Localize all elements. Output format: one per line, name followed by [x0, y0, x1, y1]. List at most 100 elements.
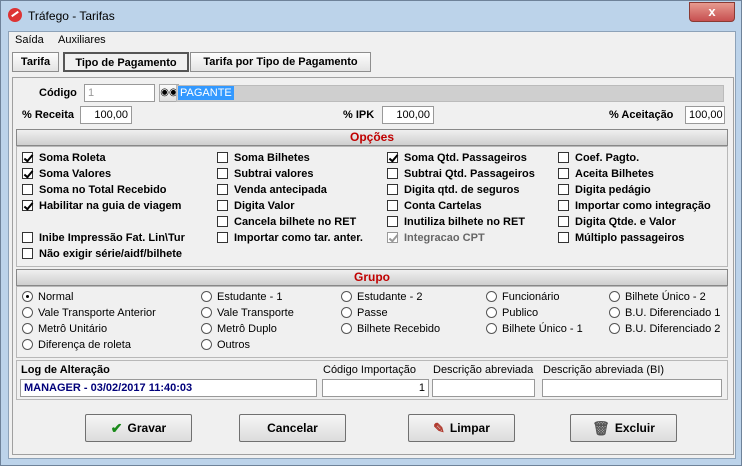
radio-dot[interactable]	[341, 323, 352, 334]
radio-estudante-1[interactable]: Estudante - 1	[201, 291, 282, 306]
checkbox-box[interactable]	[558, 168, 569, 179]
radio-bilhete-unico-2[interactable]: Bilhete Único - 2	[609, 291, 706, 306]
checkbox-box[interactable]	[22, 232, 33, 243]
ipk-field[interactable]: 100,00	[382, 106, 434, 124]
radio-dot[interactable]	[341, 291, 352, 302]
checkbox-coef-pagto[interactable]: Coef. Pagto.	[558, 152, 639, 167]
checkbox-soma-bilhetes[interactable]: Soma Bilhetes	[217, 152, 310, 167]
radio-dot[interactable]	[486, 307, 497, 318]
checkbox-box[interactable]	[217, 200, 228, 211]
checkbox-subtrai-qtd-passageiros[interactable]: Subtrai Qtd. Passageiros	[387, 168, 535, 183]
checkbox-box[interactable]	[558, 232, 569, 243]
radio-bu-diferenciado-2[interactable]: B.U. Diferenciado 2	[609, 323, 720, 338]
tab-tarifa[interactable]: Tarifa	[12, 52, 59, 72]
checkbox-box[interactable]	[22, 200, 33, 211]
radio-dot[interactable]	[22, 291, 33, 302]
radio-metro-unitario[interactable]: Metrô Unitário	[22, 323, 107, 338]
codigo-importacao-field[interactable]: 1	[322, 379, 429, 397]
radio-normal[interactable]: Normal	[22, 291, 73, 306]
radio-publico[interactable]: Publico	[486, 307, 538, 322]
radio-vale-transporte[interactable]: Vale Transporte	[201, 307, 294, 322]
radio-funcionario[interactable]: Funcionário	[486, 291, 559, 306]
menu-auxiliares[interactable]: Auxiliares	[58, 34, 106, 46]
checkbox-box[interactable]	[558, 200, 569, 211]
radio-metro-duplo[interactable]: Metrô Duplo	[201, 323, 277, 338]
radio-dot[interactable]	[609, 323, 620, 334]
checkbox-box[interactable]	[387, 152, 398, 163]
radio-estudante-2[interactable]: Estudante - 2	[341, 291, 422, 306]
checkbox-soma-total-recebido[interactable]: Soma no Total Recebido	[22, 184, 167, 199]
checkbox-box[interactable]	[217, 232, 228, 243]
checkbox-cancela-bilhete-ret[interactable]: Cancela bilhete no RET	[217, 216, 356, 231]
checkbox-box[interactable]	[217, 152, 228, 163]
checkbox-subtrai-valores[interactable]: Subtrai valores	[217, 168, 313, 183]
radio-bilhete-unico-1[interactable]: Bilhete Único - 1	[486, 323, 583, 338]
radio-dot[interactable]	[201, 291, 212, 302]
limpar-button[interactable]: ✎ Limpar	[408, 414, 515, 442]
checkbox-box[interactable]	[22, 152, 33, 163]
checkbox-box[interactable]	[217, 184, 228, 195]
checkbox-box[interactable]	[387, 216, 398, 227]
codigo-field[interactable]: 1	[84, 84, 155, 102]
checkbox-venda-antecipada[interactable]: Venda antecipada	[217, 184, 327, 199]
checkbox-box[interactable]	[558, 184, 569, 195]
checkbox-habilitar-guia-viagem[interactable]: Habilitar na guia de viagem	[22, 200, 181, 215]
checkbox-box[interactable]	[387, 200, 398, 211]
checkbox-box[interactable]	[217, 168, 228, 179]
radio-vale-transporte-anterior[interactable]: Vale Transporte Anterior	[22, 307, 156, 322]
radio-dot[interactable]	[486, 323, 497, 334]
radio-diferenca-roleta[interactable]: Diferença de roleta	[22, 339, 131, 354]
checkbox-importar-tar-anter[interactable]: Importar como tar. anter.	[217, 232, 363, 247]
cancelar-button[interactable]: Cancelar	[239, 414, 346, 442]
radio-dot[interactable]	[201, 307, 212, 318]
radio-bilhete-recebido[interactable]: Bilhete Recebido	[341, 323, 440, 338]
checkbox-box[interactable]	[22, 168, 33, 179]
title-bar[interactable]: Tráfego - Tarifas x	[1, 1, 741, 31]
radio-passe[interactable]: Passe	[341, 307, 388, 322]
radio-dot[interactable]	[341, 307, 352, 318]
descricao-field[interactable]: PAGANTE	[176, 85, 724, 102]
aceitacao-field[interactable]: 100,00	[685, 106, 725, 124]
tab-tarifa-por-tipo-de-pagamento[interactable]: Tarifa por Tipo de Pagamento	[190, 52, 371, 72]
checkbox-box[interactable]	[217, 216, 228, 227]
radio-dot[interactable]	[609, 307, 620, 318]
radio-dot[interactable]	[22, 307, 33, 318]
checkbox-multiplo-passageiros[interactable]: Múltiplo passageiros	[558, 232, 684, 247]
checkbox-aceita-bilhetes[interactable]: Aceita Bilhetes	[558, 168, 654, 183]
gravar-button[interactable]: ✔ Gravar	[85, 414, 192, 442]
checkbox-inutiliza-bilhete-ret[interactable]: Inutiliza bilhete no RET	[387, 216, 525, 231]
checkbox-nao-exigir-serie[interactable]: Não exigir série/aidf/bilhete	[22, 248, 182, 263]
checkbox-digita-valor[interactable]: Digita Valor	[217, 200, 295, 215]
checkbox-soma-qtd-passageiros[interactable]: Soma Qtd. Passageiros	[387, 152, 527, 167]
excluir-button[interactable]: 🗑 Excluir	[570, 414, 677, 442]
checkbox-box[interactable]	[22, 248, 33, 259]
receita-field[interactable]: 100,00	[80, 106, 132, 124]
checkbox-inibe-impressao[interactable]: Inibe Impressão Fat. Lin\Tur	[22, 232, 185, 247]
radio-outros[interactable]: Outros	[201, 339, 250, 354]
close-button[interactable]: x	[689, 2, 735, 22]
radio-bu-diferenciado-1[interactable]: B.U. Diferenciado 1	[609, 307, 720, 322]
checkbox-digita-pedagio[interactable]: Digita pedágio	[558, 184, 651, 199]
radio-dot[interactable]	[22, 339, 33, 350]
checkbox-box[interactable]	[22, 184, 33, 195]
checkbox-soma-valores[interactable]: Soma Valores	[22, 168, 111, 183]
checkbox-digita-qtd-seguros[interactable]: Digita qtd. de seguros	[387, 184, 520, 199]
checkbox-box[interactable]	[558, 216, 569, 227]
checkbox-soma-roleta[interactable]: Soma Roleta	[22, 152, 106, 167]
checkbox-box[interactable]	[387, 168, 398, 179]
checkbox-digita-qtde-valor[interactable]: Digita Qtde. e Valor	[558, 216, 676, 231]
checkbox-box[interactable]	[558, 152, 569, 163]
menu-saida[interactable]: Saída	[15, 34, 44, 46]
descricao-abreviada-bi-field[interactable]	[542, 379, 722, 397]
trash-icon: 🗑	[592, 420, 610, 436]
radio-dot[interactable]	[22, 323, 33, 334]
checkbox-conta-cartelas[interactable]: Conta Cartelas	[387, 200, 482, 215]
radio-dot[interactable]	[486, 291, 497, 302]
checkbox-box[interactable]	[387, 184, 398, 195]
tab-tipo-de-pagamento[interactable]: Tipo de Pagamento	[63, 52, 189, 72]
radio-dot[interactable]	[201, 323, 212, 334]
descricao-abreviada-field[interactable]	[432, 379, 535, 397]
radio-dot[interactable]	[201, 339, 212, 350]
checkbox-importar-integracao[interactable]: Importar como integração	[558, 200, 711, 215]
radio-dot[interactable]	[609, 291, 620, 302]
